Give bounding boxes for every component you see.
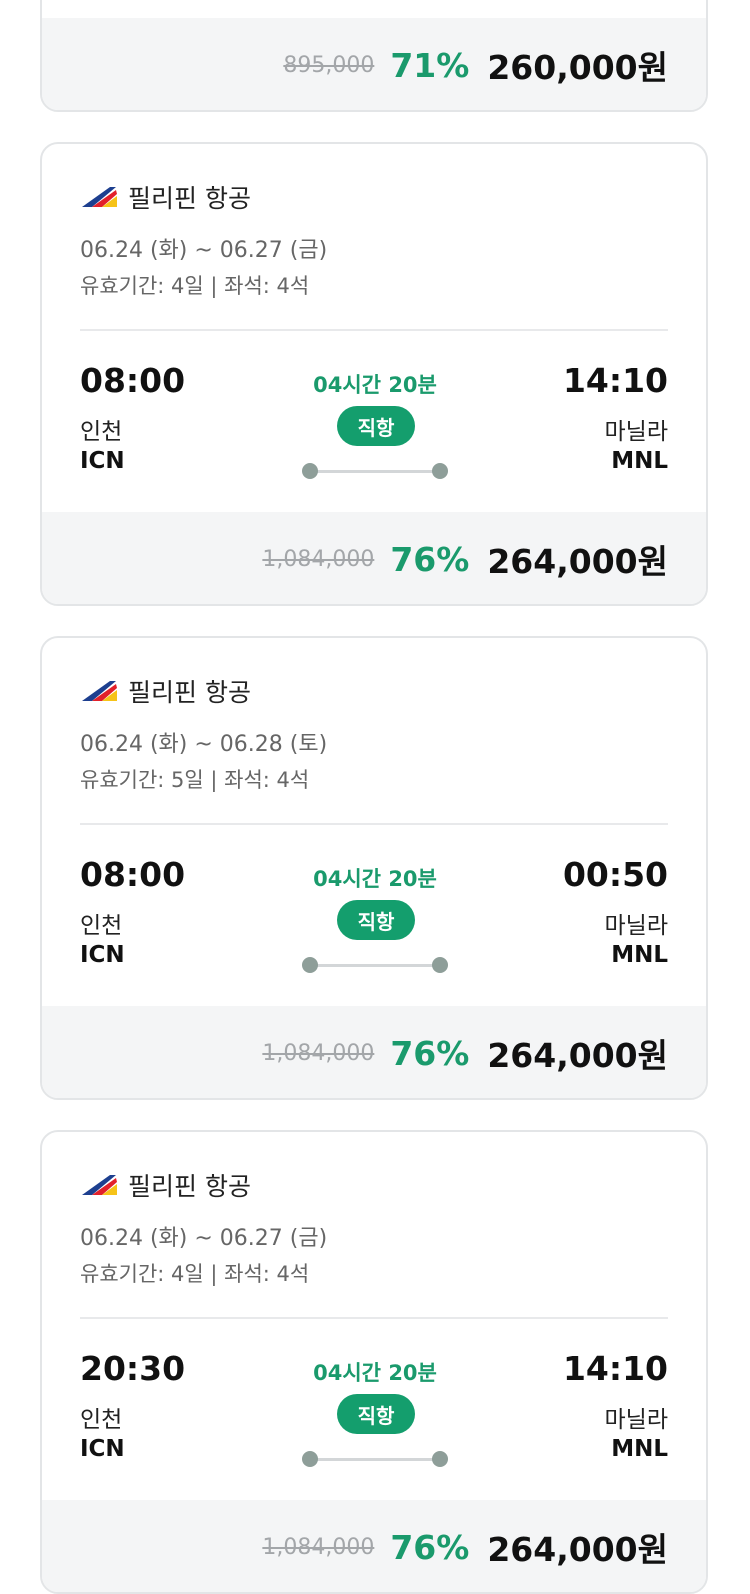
arrival-time: 00:50	[562, 855, 668, 894]
validity-seats: 유효기간: 4일 | 좌석: 4석	[80, 1262, 310, 1286]
arrival-code: MNL	[611, 448, 668, 474]
flight-card[interactable]: 필리핀 항공 06.24 (화) ~ 06.27 (금) 유효기간: 4일 | …	[40, 142, 708, 606]
departure-code: ICN	[80, 942, 125, 968]
airline-logo-icon	[82, 681, 117, 701]
route-end-dot	[432, 463, 448, 479]
direct-flight-badge: 직항	[337, 900, 415, 940]
departure-code: ICN	[80, 448, 125, 474]
airline-name: 필리핀 항공	[128, 678, 251, 707]
departure-time: 20:30	[80, 1349, 186, 1388]
final-price: 260,000원	[487, 48, 668, 87]
original-price: 1,084,000	[262, 1534, 375, 1560]
airline-row: 필리핀 항공	[80, 182, 251, 213]
arrival-code: MNL	[611, 942, 668, 968]
discount-rate: 76%	[390, 1527, 470, 1567]
airline-logo-icon	[82, 1175, 117, 1195]
route-start-dot	[302, 463, 318, 479]
validity-seats: 유효기간: 4일 | 좌석: 4석	[80, 274, 310, 298]
route-start-dot	[302, 957, 318, 973]
price-bar: 895,000 71% 260,000원	[42, 18, 706, 110]
arrival-code: MNL	[611, 1436, 668, 1462]
original-price: 1,084,000	[262, 546, 375, 572]
travel-dates: 06.24 (화) ~ 06.28 (토)	[80, 732, 328, 757]
divider	[80, 1317, 668, 1319]
arrival-city: 마닐라	[604, 419, 668, 445]
departure-city: 인천	[80, 419, 123, 445]
flight-card[interactable]: 895,000 71% 260,000원	[40, 0, 708, 112]
arrival-time: 14:10	[562, 1349, 668, 1388]
divider	[80, 329, 668, 331]
departure-time: 08:00	[80, 855, 186, 894]
route-end-dot	[432, 1451, 448, 1467]
flight-duration: 04시간 20분	[313, 867, 437, 891]
flight-card[interactable]: 필리핀 항공 06.24 (화) ~ 06.28 (토) 유효기간: 5일 | …	[40, 636, 708, 1100]
airline-logo-icon	[82, 187, 117, 207]
airline-row: 필리핀 항공	[80, 676, 251, 707]
arrival-city: 마닐라	[604, 1407, 668, 1433]
departure-time: 08:00	[80, 361, 186, 400]
flight-duration: 04시간 20분	[313, 373, 437, 397]
arrival-city: 마닐라	[604, 913, 668, 939]
departure-code: ICN	[80, 1436, 125, 1462]
validity-seats: 유효기간: 5일 | 좌석: 4석	[80, 768, 310, 792]
direct-flight-badge: 직항	[337, 1394, 415, 1434]
price-bar: 1,084,000 76% 264,000원	[42, 1500, 706, 1592]
airline-name: 필리핀 항공	[128, 184, 251, 213]
route-line	[310, 470, 440, 473]
airline-name: 필리핀 항공	[128, 1172, 251, 1201]
flight-duration: 04시간 20분	[313, 1361, 437, 1385]
travel-dates: 06.24 (화) ~ 06.27 (금)	[80, 1226, 328, 1251]
discount-rate: 76%	[390, 539, 470, 579]
arrival-time: 14:10	[562, 361, 668, 400]
travel-dates: 06.24 (화) ~ 06.27 (금)	[80, 238, 328, 263]
divider	[80, 823, 668, 825]
final-price: 264,000원	[487, 1036, 668, 1075]
discount-rate: 71%	[390, 45, 470, 85]
departure-city: 인천	[80, 1407, 123, 1433]
route-line	[310, 964, 440, 967]
final-price: 264,000원	[487, 542, 668, 581]
route-line	[310, 1458, 440, 1461]
original-price: 1,084,000	[262, 1040, 375, 1066]
price-bar: 1,084,000 76% 264,000원	[42, 1006, 706, 1098]
route-end-dot	[432, 957, 448, 973]
original-price: 895,000	[283, 52, 375, 78]
price-bar: 1,084,000 76% 264,000원	[42, 512, 706, 604]
route-start-dot	[302, 1451, 318, 1467]
airline-row: 필리핀 항공	[80, 1170, 251, 1201]
flight-card[interactable]: 필리핀 항공 06.24 (화) ~ 06.27 (금) 유효기간: 4일 | …	[40, 1130, 708, 1594]
departure-city: 인천	[80, 913, 123, 939]
discount-rate: 76%	[390, 1033, 470, 1073]
direct-flight-badge: 직항	[337, 406, 415, 446]
final-price: 264,000원	[487, 1530, 668, 1569]
